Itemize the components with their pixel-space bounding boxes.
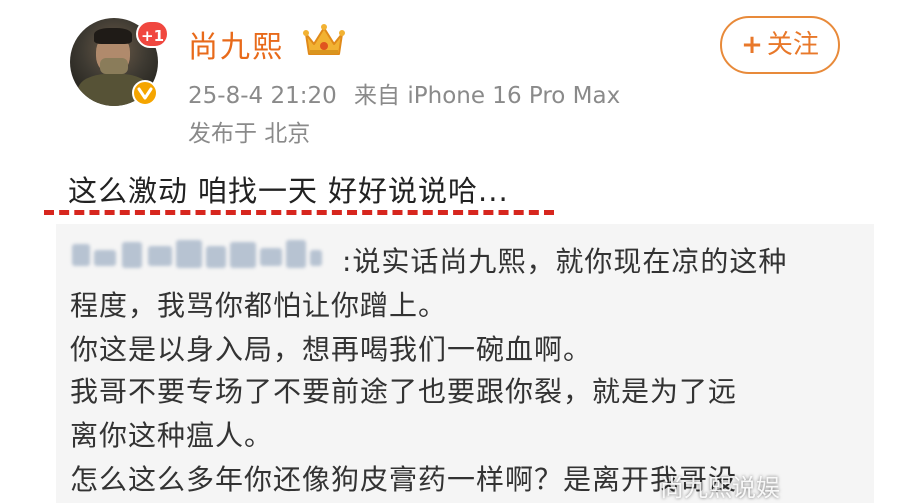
watermark: 尚九熙说娱 — [660, 474, 780, 502]
username[interactable]: 尚九熙 — [188, 22, 284, 66]
post-source: 来自 iPhone 16 Pro Max — [354, 83, 621, 109]
repost-line: 怎么这么多年你还像狗皮膏药一样啊？是离开我哥没 — [70, 463, 738, 496]
weibo-post: +1 尚九熙 25-8-4 21:20 来自 iPhone 16 Pro Max… — [0, 0, 910, 503]
avatar-hair — [94, 28, 132, 44]
blurred-username — [72, 240, 322, 270]
repost-line: 程度，我骂你都怕让你蹭上。 — [70, 289, 448, 322]
plus-icon: + — [741, 30, 763, 60]
post-text: 这么激动 咱找一天 好好说说哈... — [68, 168, 509, 210]
post-location: 发布于 北京 — [188, 121, 311, 147]
post-text-part: 好好说说哈... — [328, 174, 509, 208]
crown-icon — [302, 20, 346, 64]
post-text-part: 这么激动 — [68, 174, 189, 208]
follow-button[interactable]: + 关注 — [720, 16, 840, 74]
post-meta: 25-8-4 21:20 来自 iPhone 16 Pro Max — [188, 76, 630, 110]
red-dashed-underline — [44, 210, 554, 215]
repost-line: 我哥不要专场了不要前途了也要跟你裂，就是为了远 — [70, 375, 738, 408]
post-text-part: 咱找一天 — [198, 174, 319, 208]
repost-line: :说实话尚九熙，就你现在凉的这种 — [342, 245, 788, 278]
post-timestamp: 25-8-4 21:20 — [188, 83, 337, 109]
verified-v-icon — [132, 80, 158, 106]
repost-box[interactable]: :说实话尚九熙，就你现在凉的这种 程度，我骂你都怕让你蹭上。 你这是以身入局，想… — [56, 224, 874, 503]
notification-badge: +1 — [136, 20, 170, 48]
follow-label: 关注 — [766, 30, 819, 60]
avatar-mask — [100, 58, 128, 74]
repost-line: 你这是以身入局，想再喝我们一碗血啊。 — [70, 333, 593, 366]
repost-line: 离你这种瘟人。 — [70, 419, 274, 452]
